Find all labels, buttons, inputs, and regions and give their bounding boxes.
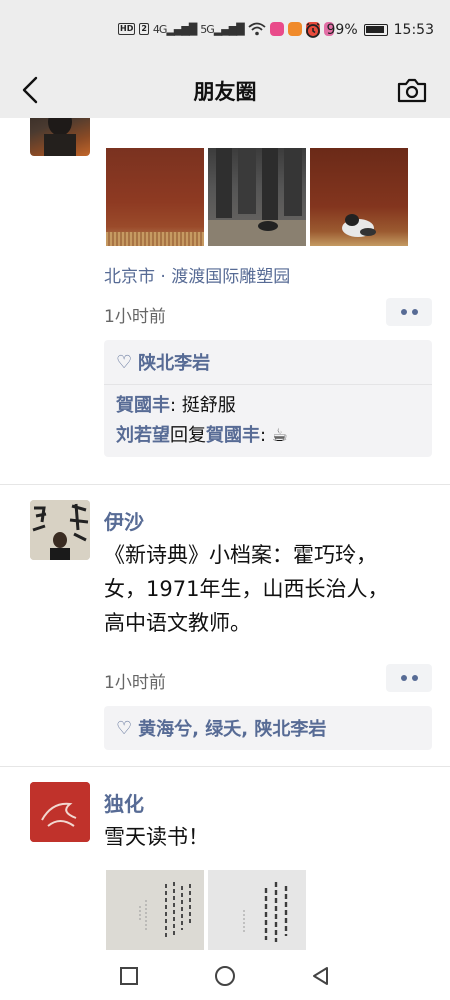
comment-text: 挺舒服 [181,395,236,416]
poster-name[interactable]: 伊沙 [104,506,144,535]
interaction-box: ♡ 陕北李岩 賀國丰: 挺舒服 刘若望回复賀國丰: ☕ [104,340,432,457]
likes-row: ♡ 黄海兮, 绿夭, 陕北李岩 [104,706,432,750]
app-notification-icon [269,22,284,36]
avatar-image [30,782,90,842]
likes-names[interactable]: 陕北李岩 [138,349,210,375]
alarm-icon [305,22,320,38]
likes-row: ♡ 陕北李岩 [104,340,432,384]
post-divider [0,766,450,767]
status-bar: HD 2 4G▂▄▆█ 5G▂▄▆█ 99% 15:53 [0,0,450,62]
page-title: 朋友圈 [193,80,257,104]
home-icon[interactable] [213,964,237,988]
comment-text: ☕ [271,425,288,446]
nav-bar: 朋友圈 [0,62,450,118]
avatar[interactable] [30,782,90,842]
heart-icon: ♡ [116,351,133,373]
camera-icon[interactable] [394,72,430,108]
interaction-box: ♡ 黄海兮, 绿夭, 陕北李岩 [104,706,432,750]
comment-author[interactable]: 賀國丰 [116,395,170,416]
status-left: HD 2 4G▂▄▆█ 5G▂▄▆█ [118,22,334,36]
avatar[interactable] [30,500,90,560]
more-actions-button[interactable] [386,664,432,692]
more-actions-button[interactable] [386,298,432,326]
reply-word: 回复 [170,425,206,446]
post-photo[interactable] [106,870,204,950]
comment[interactable]: 賀國丰: 挺舒服 刘若望回复賀國丰: ☕ [104,385,432,457]
signal-4g-icon: 4G▂▄▆█ [152,22,197,36]
reply-to-name[interactable]: 賀國丰 [206,425,260,446]
recent-apps-icon[interactable] [117,964,141,988]
post-divider [0,484,450,485]
avatar-image [30,500,90,560]
post-time: 1小时前 [104,307,166,327]
comment-separator: : [170,395,182,416]
wifi-icon [248,22,266,36]
battery-icon [363,24,388,36]
post-location[interactable]: 北京市 · 渡渡国际雕塑园 [104,262,290,287]
message-notification-icon [287,22,302,36]
post-time: 1小时前 [104,673,166,693]
comment-separator: : [260,425,272,446]
post-text: 雪天读书！ [104,825,209,849]
post-photo[interactable] [310,148,408,246]
comment-author[interactable]: 刘若望 [116,425,170,446]
system-nav-bar [0,950,450,1000]
status-right: 99% 15:53 [305,22,434,38]
poster-name[interactable]: 独化 [104,788,144,817]
sim2-badge: 2 [139,23,149,35]
post-photo[interactable] [208,870,306,950]
post-photo[interactable] [208,148,306,246]
avatar[interactable] [30,118,90,156]
likes-names[interactable]: 黄海兮, 绿夭, 陕北李岩 [138,715,326,741]
battery-percent: 99% [326,22,358,38]
moments-feed[interactable]: 北京市 · 渡渡国际雕塑园 1小时前 ♡ 陕北李岩 賀國丰: 挺舒服 刘若望回复… [0,118,450,950]
back-triangle-icon[interactable] [309,964,333,988]
signal-5g-icon: 5G▂▄▆█ [200,22,244,36]
post-photo[interactable] [106,148,204,246]
avatar-image [44,118,76,156]
hd-badge: HD [118,23,136,35]
heart-icon: ♡ [116,717,133,739]
clock: 15:53 [393,22,434,38]
post-text: 《新诗典》小档案：霍巧玲，女，1971年生，山西长治人，高中语文教师。 [104,543,389,635]
